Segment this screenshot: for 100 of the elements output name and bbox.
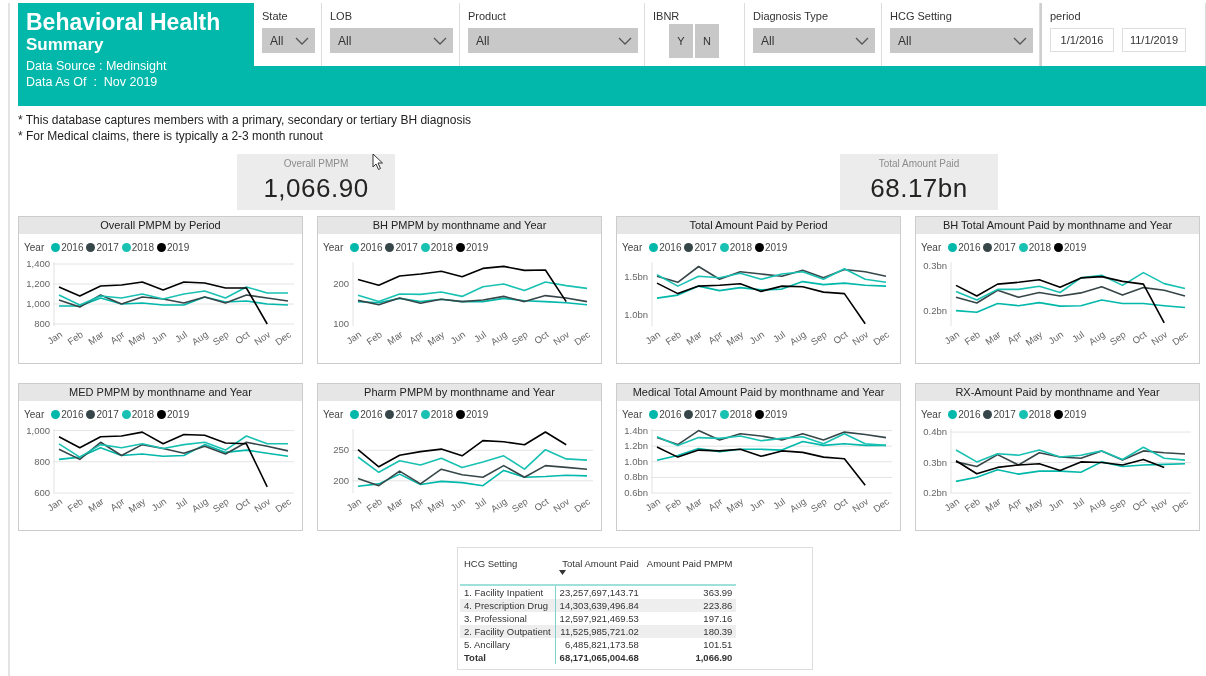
table-cell: 223.86 [642,599,737,612]
legend-label: 2019 [166,241,190,253]
dropdown-field[interactable]: All [330,28,453,53]
axis-label: Jul [471,495,489,512]
axis-label: Mar [983,495,1003,515]
legend-title: Year [921,241,942,253]
axis-label: Feb [663,328,683,348]
data-as-of-text: Data As Of : Nov 2019 [26,74,159,90]
axis-label: 1.4bn [624,424,648,436]
axis-label: Apr [407,495,426,514]
axis-label: 0.4bn [923,426,947,438]
axis-label: Sep [1107,328,1128,348]
legend-label: 2019 [1063,241,1087,253]
legend-label: 2017 [96,241,119,253]
axis-label: Aug [488,328,509,348]
column-header[interactable]: Amount Paid PMPM [642,558,737,585]
axis-label: Jan [344,495,364,514]
date-field[interactable]: 1/1/2016 [1050,28,1114,52]
axis-label: Nov [850,495,871,515]
kpi-label: Overall PMPM [283,158,349,169]
legend-label: 2016 [958,241,981,253]
axis-label: Nov [252,495,273,515]
axis-label: 1.5bn [624,271,648,283]
axis-label: Nov [551,328,572,348]
axis-label: 1,200 [26,278,50,289]
axis-label: Feb [65,495,85,515]
legend-title: Year [24,408,45,420]
table-cell: 11,525,985,721.02 [555,625,643,638]
slicer-label: State [262,10,289,22]
table-cell-text: 1,066.90 [694,651,734,664]
axis-label: Feb [962,328,982,348]
legend-label: 2018 [131,241,154,253]
slicer-label: Product [468,10,507,22]
axis-label: Aug [189,495,210,515]
table-cell: 14,303,639,496.84 [555,599,643,612]
date-field[interactable]: 11/1/2019 [1122,28,1186,52]
legend-title: Year [921,408,942,420]
column-header[interactable]: HCG Setting [460,558,556,585]
data-source-text: Data Source : Medinsight [26,58,168,74]
toggle-button[interactable]: Y [669,24,693,58]
axis-label: 1,000 [26,424,50,436]
legend-label: 2018 [729,408,752,420]
slicer-label: Diagnosis Type [753,10,829,22]
table-cell: 197.16 [642,612,737,625]
chart-title: Overall PMPM by Period [19,217,302,234]
axis-label: Feb [364,328,384,348]
axis-label: Jul [172,328,190,345]
axis-label: Jan [344,328,364,347]
table-cell: 12,597,921,469.53 [555,612,643,625]
axis-label: Dec [1170,328,1191,348]
axis-label: Jan [643,328,663,347]
axis-label: Apr [407,328,426,347]
axis-label: 0.3bn [923,260,947,272]
axis-label: Sep [210,328,231,348]
axis-label: Jun [149,495,169,514]
table-cell: 101.51 [642,638,737,651]
axis-label: Dec [273,495,294,515]
legend-label: 2018 [1028,241,1051,253]
axis-label: Oct [1130,495,1149,514]
axis-label: 0.2bn [923,304,947,316]
axis-label: May [425,495,447,515]
axis-label: Jun [448,495,468,514]
column-header[interactable]: Total Amount Paid [555,558,643,585]
axis-label: Sep [210,495,231,515]
table-cell: 23,257,697,143.71 [555,585,643,599]
axis-label: 1.0bn [624,455,648,467]
axis-label: Jan [45,328,65,347]
axis-label: Aug [787,495,808,515]
dropdown-field[interactable]: All [262,28,315,53]
axis-label: Apr [1005,328,1024,347]
axis-label: Jun [1046,495,1066,514]
legend-label: 2016 [659,408,682,420]
chevron-down-icon [295,36,309,45]
axis-label: Oct [233,495,252,514]
chevron-down-icon [433,36,447,45]
axis-label: Dec [871,328,892,348]
axis-label: Jul [770,328,788,345]
axis-label: Dec [572,328,593,348]
chevron-down-icon [1013,36,1027,45]
dropdown-field[interactable]: All [753,28,875,53]
dropdown-field[interactable]: All [890,28,1033,53]
axis-label: Jul [1069,328,1087,345]
slicer-label: period [1050,10,1082,22]
axis-label: Oct [1130,328,1149,347]
axis-label: Jun [1046,328,1066,347]
axis-label: Jul [770,495,788,512]
axis-label: Jul [172,495,190,512]
kpi-value: 1,066.90 [263,173,369,204]
axis-label: Mar [385,495,405,515]
table-cell: 363.99 [642,585,737,599]
axis-label: Nov [252,328,273,348]
legend-label: 2017 [694,408,717,420]
axis-label: Aug [1086,495,1107,515]
toggle-button[interactable]: N [695,24,719,58]
dropdown-field[interactable]: All [468,28,638,53]
table-cell: 2. Facility Outpatient [460,625,556,638]
axis-label: Jan [643,495,663,514]
axis-label: Mar [684,328,704,348]
axis-label: Sep [1107,495,1128,515]
axis-label: 250 [333,444,349,456]
